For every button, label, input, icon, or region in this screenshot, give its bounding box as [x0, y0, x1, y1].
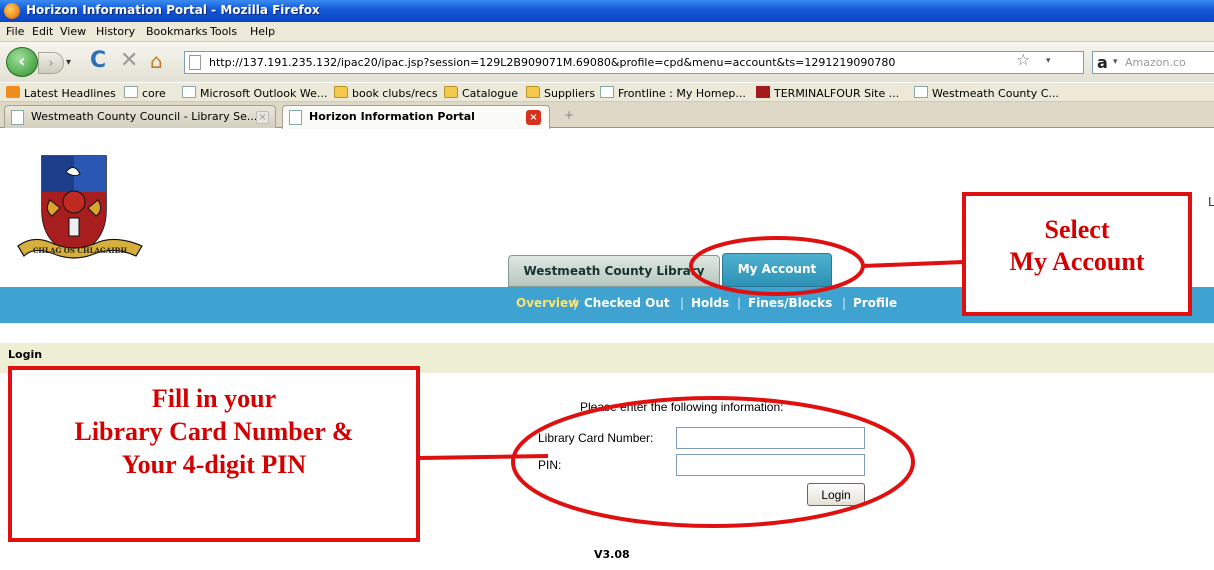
subnav-separator: | [842, 296, 847, 310]
subnav-fines-blocks[interactable]: Fines/Blocks [748, 296, 832, 310]
login-prompt: Please enter the following information: [580, 400, 784, 414]
bookmark-outlook[interactable]: Microsoft Outlook We... [182, 86, 327, 100]
card-number-label: Library Card Number: [538, 431, 654, 445]
bookmark-terminalfour[interactable]: TERMINALFOUR Site ... [756, 86, 899, 100]
bookmark-catalogue[interactable]: Catalogue [444, 86, 518, 100]
folder-icon [444, 86, 458, 98]
bookmark-frontline[interactable]: Frontline : My Homep... [600, 86, 746, 100]
url-dropdown-icon[interactable]: ▾ [1046, 56, 1051, 66]
search-bar[interactable]: a ▾ Amazon.co [1092, 51, 1214, 74]
tab-westmeath-county-library[interactable]: Westmeath County Library [508, 255, 720, 287]
subnav-checked-out[interactable]: Checked Out [584, 296, 670, 310]
county-crest-logo: CHLAG OS CHLAGAIBH [17, 155, 143, 259]
page-icon [914, 86, 928, 98]
subnav-separator: | [573, 296, 578, 310]
search-placeholder: Amazon.co [1125, 56, 1186, 69]
subnav-separator: | [737, 296, 742, 310]
page-icon [11, 110, 24, 125]
pin-label: PIN: [538, 458, 562, 472]
page-icon [182, 86, 196, 98]
url-bar[interactable]: http://137.191.235.132/ipac20/ipac.jsp?s… [184, 51, 1084, 74]
version-label: V3.08 [594, 548, 630, 561]
annotation-fill-login: Fill in your Library Card Number & Your … [8, 366, 420, 542]
tab-label: Westmeath County Council - Library Se... [31, 110, 258, 123]
bookmark-star-icon[interactable]: ☆ [1016, 50, 1030, 69]
annotation-text: Your 4-digit PIN [121, 450, 307, 479]
annotation-connector [419, 454, 549, 460]
annotation-text: Fill in your [151, 384, 277, 413]
subnav-holds[interactable]: Holds [691, 296, 729, 310]
menu-file[interactable]: File [6, 25, 24, 38]
pin-input[interactable] [676, 454, 865, 476]
login-button[interactable]: Login [807, 483, 865, 506]
page-icon [189, 55, 201, 70]
folder-icon [334, 86, 348, 98]
folder-icon [526, 86, 540, 98]
url-text: http://137.191.235.132/ipac20/ipac.jsp?s… [209, 56, 896, 69]
menu-edit[interactable]: Edit [32, 25, 53, 38]
firefox-icon [4, 3, 20, 19]
login-title: Login [8, 348, 43, 361]
page-icon [124, 86, 138, 98]
card-number-input[interactable] [676, 427, 865, 449]
bookmark-latest-headlines[interactable]: Latest Headlines [6, 86, 116, 100]
stop-icon[interactable]: ✕ [120, 48, 138, 73]
annotation-text: Select [1044, 215, 1110, 244]
header-link-clipped[interactable]: L [1208, 195, 1214, 209]
history-dropdown-icon[interactable]: ▾ [66, 57, 71, 68]
annotation-select-account: Select My Account [962, 192, 1192, 316]
forward-button[interactable]: › [38, 52, 64, 74]
back-button[interactable]: ‹ [6, 47, 38, 77]
bookmark-westmeath[interactable]: Westmeath County C... [914, 86, 1059, 100]
menu-tools[interactable]: Tools [210, 25, 237, 38]
bookmark-book-clubs[interactable]: book clubs/recs [334, 86, 438, 100]
close-icon[interactable]: × [526, 110, 541, 125]
menu-help[interactable]: Help [250, 25, 275, 38]
new-tab-button[interactable]: + [556, 108, 582, 126]
bookmark-core[interactable]: core [124, 86, 166, 100]
tab-my-account[interactable]: My Account [722, 253, 832, 287]
rss-icon [6, 86, 20, 98]
tab-horizon-portal[interactable]: Horizon Information Portal × [282, 105, 550, 129]
window-title: Horizon Information Portal - Mozilla Fir… [26, 3, 320, 17]
tab-label: Horizon Information Portal [309, 110, 475, 123]
tab-westmeath-council[interactable]: Westmeath County Council - Library Se...… [4, 105, 276, 128]
page-icon [289, 110, 302, 125]
reload-icon[interactable]: C [90, 48, 106, 73]
menu-view[interactable]: View [60, 25, 86, 38]
close-icon[interactable]: × [256, 111, 269, 124]
page-icon [600, 86, 614, 98]
amazon-icon[interactable]: a [1097, 53, 1108, 72]
annotation-text: Library Card Number & [74, 417, 354, 446]
menu-bookmarks[interactable]: Bookmarks [146, 25, 207, 38]
menu-history[interactable]: History [96, 25, 135, 38]
subnav-profile[interactable]: Profile [853, 296, 897, 310]
subnav-overview[interactable]: Overview [516, 296, 579, 310]
bookmark-suppliers[interactable]: Suppliers [526, 86, 595, 100]
subnav-separator: | [680, 296, 685, 310]
home-icon[interactable]: ⌂ [150, 49, 163, 73]
terminalfour-icon [756, 86, 770, 98]
crest-motto: CHLAG OS CHLAGAIBH [33, 246, 128, 255]
annotation-text: My Account [1009, 247, 1145, 276]
annotation-connector [862, 260, 965, 268]
search-engine-dropdown-icon[interactable]: ▾ [1113, 57, 1118, 67]
